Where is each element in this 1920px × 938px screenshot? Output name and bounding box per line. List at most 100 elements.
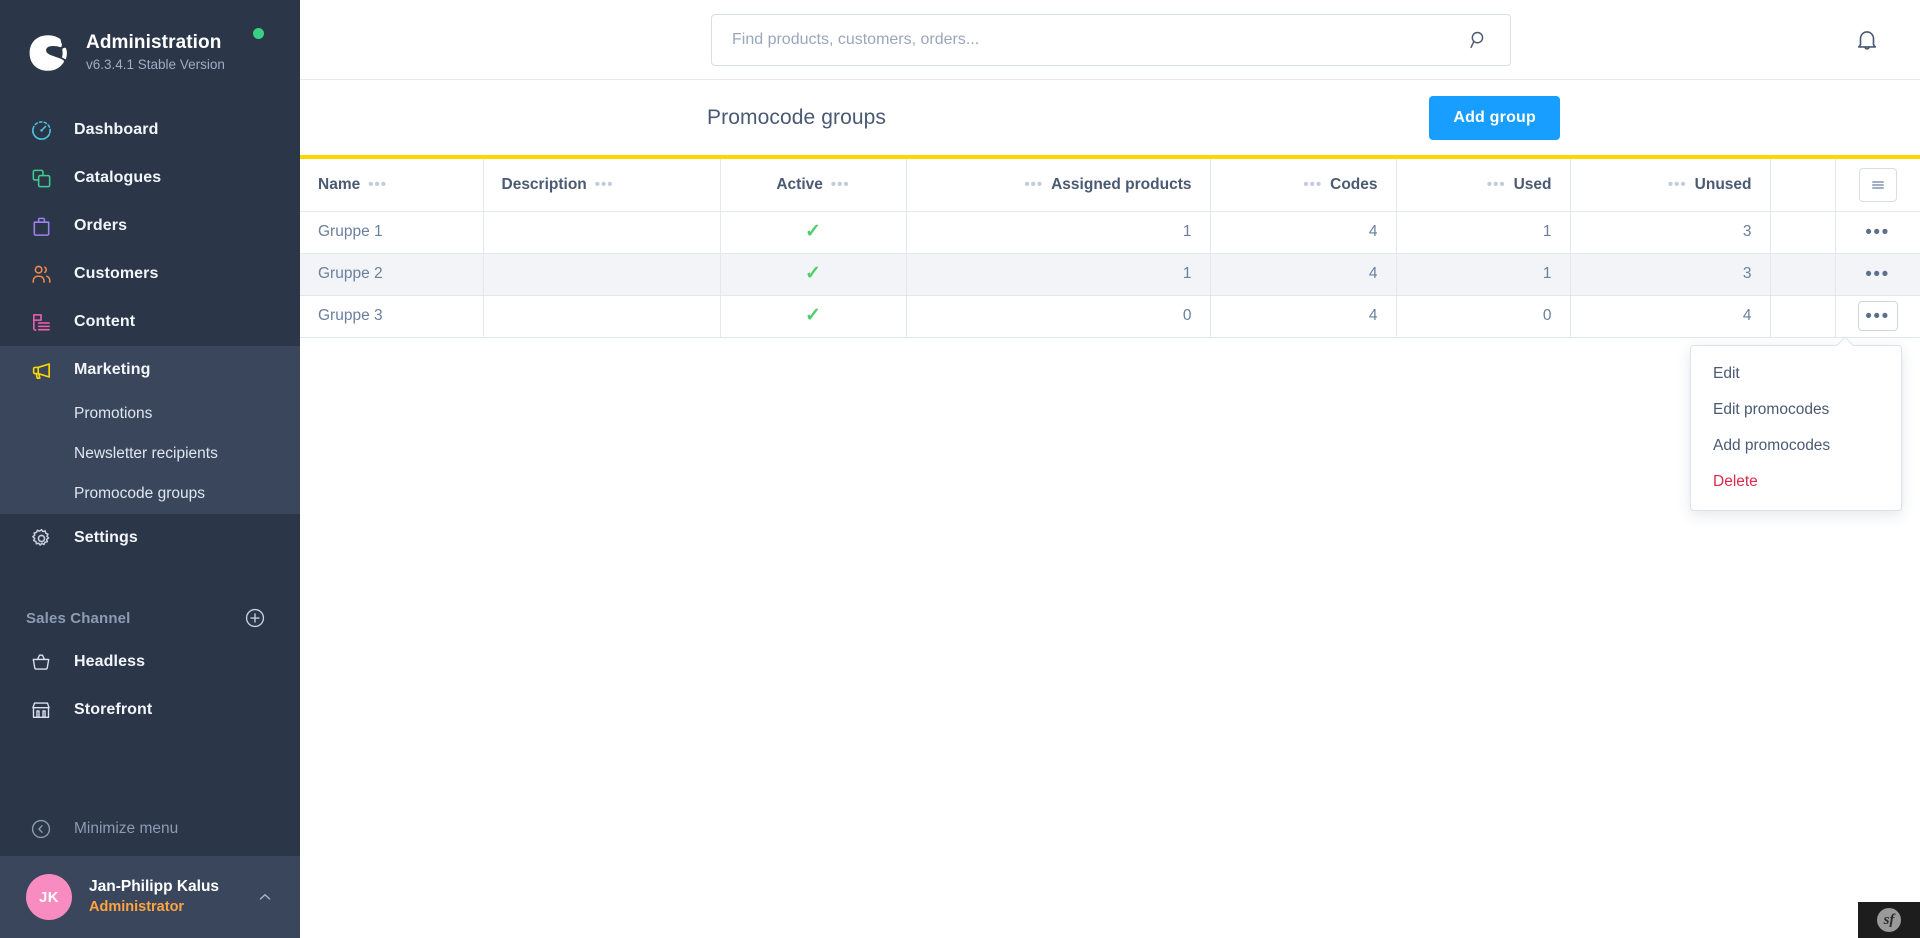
cell-assigned-products: 1: [906, 211, 1211, 254]
status-dot-online-icon: [253, 28, 264, 39]
bell-icon[interactable]: [1854, 27, 1880, 53]
kebab-menu-icon[interactable]: •••: [1858, 217, 1898, 247]
basket-icon: [26, 647, 56, 677]
sidebar-item-settings[interactable]: Settings: [0, 514, 300, 562]
check-icon: ✓: [805, 263, 821, 284]
column-header-assigned-products[interactable]: ••• Assigned products: [906, 159, 1211, 212]
sidebar-subitem-label: Promocode groups: [74, 485, 205, 502]
cell-row-actions: •••: [1835, 295, 1920, 338]
cell-row-actions: •••: [1835, 211, 1920, 254]
customers-icon: [26, 259, 56, 289]
sidebar-footer: Minimize menu JK Jan-Philipp Kalus Admin…: [0, 802, 300, 938]
chevron-up-icon[interactable]: [256, 888, 274, 906]
cell-codes: 4: [1210, 253, 1397, 296]
cell-name: Gruppe 1: [300, 211, 484, 254]
main-content: Promocode groups Add group Name •••: [300, 0, 1920, 938]
column-menu-icon[interactable]: •••: [1668, 177, 1687, 192]
cell-spacer: [1770, 211, 1836, 254]
search-box[interactable]: [711, 13, 1511, 66]
kebab-menu-icon[interactable]: •••: [1857, 301, 1898, 331]
sidebar-subitem-promotions[interactable]: Promotions: [0, 394, 300, 434]
column-header-spacer: [1770, 159, 1836, 212]
sidebar-subitem-promocode-groups[interactable]: Promocode groups: [0, 474, 300, 514]
minimize-menu-button[interactable]: Minimize menu: [0, 802, 300, 856]
cell-used: 1: [1396, 211, 1571, 254]
sidebar-item-storefront[interactable]: Storefront: [0, 686, 300, 734]
column-header-used[interactable]: ••• Used: [1396, 159, 1571, 212]
main-navigation: Dashboard Catalogues Orders Customers Co…: [0, 84, 300, 802]
column-label: Used: [1513, 175, 1552, 193]
column-menu-icon[interactable]: •••: [595, 177, 614, 192]
table-header-row: Name ••• Description ••• Active ••• ••• …: [300, 159, 1920, 212]
column-header-codes[interactable]: ••• Codes: [1210, 159, 1397, 212]
table-row[interactable]: Gruppe 2 ✓ 1 4 1 3 •••: [300, 253, 1920, 296]
sales-channel-label: Sales Channel: [26, 609, 131, 627]
cell-assigned-products: 1: [906, 253, 1211, 296]
search-input[interactable]: [732, 30, 1468, 49]
context-menu-item-add-promocodes[interactable]: Add promocodes: [1691, 428, 1901, 464]
marketing-subnav: Promotions Newsletter recipients Promoco…: [0, 394, 300, 514]
context-menu-item-edit-promocodes[interactable]: Edit promocodes: [1691, 392, 1901, 428]
cell-spacer: [1770, 253, 1836, 296]
kebab-menu-icon[interactable]: •••: [1858, 259, 1898, 289]
context-menu-item-delete[interactable]: Delete: [1691, 464, 1901, 500]
sidebar-subitem-newsletter-recipients[interactable]: Newsletter recipients: [0, 434, 300, 474]
sidebar-item-label: Headless: [74, 653, 146, 670]
check-icon: ✓: [805, 221, 821, 242]
sidebar-item-label: Content: [74, 313, 136, 330]
sidebar: Administration v6.3.4.1 Stable Version D…: [0, 0, 300, 938]
check-icon: ✓: [805, 305, 821, 326]
sidebar-item-label: Customers: [74, 265, 159, 282]
dashboard-icon: [26, 115, 56, 145]
column-header-description[interactable]: Description •••: [483, 159, 721, 212]
table-row[interactable]: Gruppe 1 ✓ 1 4 1 3 •••: [300, 211, 1920, 254]
add-group-button[interactable]: Add group: [1429, 95, 1560, 140]
grid-settings-icon[interactable]: [1858, 167, 1897, 202]
column-menu-icon[interactable]: •••: [1303, 177, 1322, 192]
sidebar-item-label: Storefront: [74, 701, 153, 718]
sidebar-item-label: Catalogues: [74, 169, 162, 186]
column-menu-icon[interactable]: •••: [368, 177, 387, 192]
cell-description: [483, 295, 721, 338]
cell-unused: 3: [1570, 211, 1771, 254]
cell-used: 1: [1396, 253, 1571, 296]
sidebar-item-catalogues[interactable]: Catalogues: [0, 154, 300, 202]
catalogues-icon: [26, 163, 56, 193]
column-label: Description: [501, 175, 587, 193]
column-menu-icon[interactable]: •••: [1024, 177, 1043, 192]
app-title: Administration: [86, 32, 222, 54]
column-label: Codes: [1330, 175, 1378, 193]
sidebar-header: Administration v6.3.4.1 Stable Version: [0, 0, 300, 84]
column-menu-icon[interactable]: •••: [831, 177, 850, 192]
column-header-unused[interactable]: ••• Unused: [1570, 159, 1771, 212]
user-profile-button[interactable]: JK Jan-Philipp Kalus Administrator: [0, 856, 300, 938]
sidebar-item-content[interactable]: Content: [0, 298, 300, 346]
sidebar-item-marketing[interactable]: Marketing: [0, 346, 300, 394]
cell-codes: 4: [1210, 295, 1397, 338]
table-row[interactable]: Gruppe 3 ✓ 0 4 0 4 •••: [300, 295, 1920, 338]
cell-active: ✓: [720, 253, 907, 296]
symfony-profiler-toolbar[interactable]: sf: [1858, 902, 1920, 938]
table-body: Gruppe 1 ✓ 1 4 1 3 ••• Gruppe 2 ✓ 1 4 1 …: [300, 211, 1920, 338]
sidebar-item-customers[interactable]: Customers: [0, 250, 300, 298]
symfony-profiler-icon[interactable]: sf: [1877, 908, 1901, 932]
sidebar-item-headless[interactable]: Headless: [0, 638, 300, 686]
column-menu-icon[interactable]: •••: [1487, 177, 1506, 192]
sidebar-item-orders[interactable]: Orders: [0, 202, 300, 250]
column-label: Active: [776, 175, 823, 193]
cell-name: Gruppe 2: [300, 253, 484, 296]
column-header-name[interactable]: Name •••: [300, 159, 484, 212]
chevron-left-circle-icon: [26, 814, 56, 844]
context-menu-item-edit[interactable]: Edit: [1691, 356, 1901, 392]
sidebar-item-dashboard[interactable]: Dashboard: [0, 106, 300, 154]
plus-circle-icon[interactable]: [244, 607, 266, 629]
column-header-settings: [1835, 159, 1920, 212]
search-icon[interactable]: [1468, 29, 1490, 51]
minimize-menu-label: Minimize menu: [74, 820, 179, 837]
shop-icon: [26, 695, 56, 725]
column-header-active[interactable]: Active •••: [720, 159, 907, 212]
cell-assigned-products: 0: [906, 295, 1211, 338]
avatar: JK: [26, 874, 72, 920]
column-label: Name: [318, 175, 361, 193]
cell-active: ✓: [720, 295, 907, 338]
